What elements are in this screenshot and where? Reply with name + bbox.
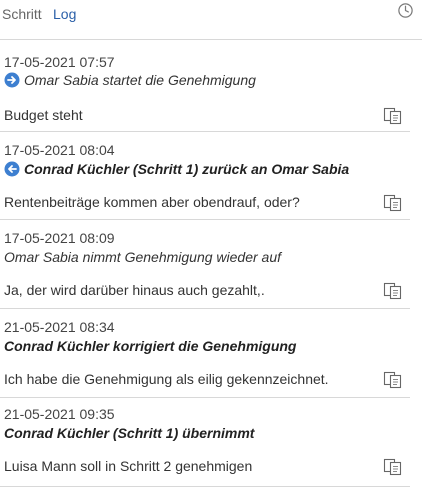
log-entry: 17-05-2021 07:57 Omar Sabia startet die … <box>0 39 410 132</box>
copy-icon[interactable] <box>383 371 403 389</box>
entry-action: Omar Sabia startet die Genehmigung <box>4 72 256 88</box>
log-header: Schritt Log <box>0 0 422 40</box>
entry-timestamp: 17-05-2021 08:04 <box>4 142 115 158</box>
entry-timestamp: 17-05-2021 08:09 <box>4 230 115 246</box>
entry-action-text: Conrad Küchler korrigiert die Genehmigun… <box>4 338 297 354</box>
copy-icon[interactable] <box>383 282 403 300</box>
log-entry: 17-05-2021 08:09 Omar Sabia nimmt Genehm… <box>0 220 410 309</box>
entry-timestamp: 21-05-2021 09:35 <box>4 406 115 422</box>
arrow-left-icon <box>4 161 20 177</box>
arrow-right-icon <box>4 72 20 88</box>
tab-log[interactable]: Log <box>53 6 76 22</box>
entry-comment: Ich habe die Genehmigung als eilig geken… <box>4 371 329 387</box>
entry-comment: Rentenbeiträge kommen aber obendrauf, od… <box>4 194 300 210</box>
log-entry: 21-05-2021 08:34 Conrad Küchler korrigie… <box>0 309 410 398</box>
entry-action-text: Conrad Küchler (Schritt 1) übernimmt <box>4 425 255 441</box>
entry-action-text: Conrad Küchler (Schritt 1) zurück an Oma… <box>24 161 350 177</box>
copy-icon[interactable] <box>383 458 403 476</box>
entry-comment: Budget steht <box>4 107 83 123</box>
entry-comment: Ja, der wird darüber hinaus auch gezahlt… <box>4 282 265 298</box>
copy-icon[interactable] <box>383 194 403 212</box>
entry-action-text: Omar Sabia nimmt Genehmigung wieder auf <box>4 249 282 265</box>
entry-action: Conrad Küchler (Schritt 1) zurück an Oma… <box>4 161 349 177</box>
entry-action-text: Omar Sabia startet die Genehmigung <box>24 72 256 88</box>
log-entry: 21-05-2021 09:35 Conrad Küchler (Schritt… <box>0 398 410 487</box>
clock-icon[interactable] <box>397 2 414 19</box>
tab-schritt[interactable]: Schritt <box>2 6 42 22</box>
log-entry: 17-05-2021 08:04 Conrad Küchler (Schritt… <box>0 132 410 220</box>
entry-timestamp: 17-05-2021 07:57 <box>4 54 115 70</box>
entry-comment: Luisa Mann soll in Schritt 2 genehmigen <box>4 458 253 474</box>
entry-timestamp: 21-05-2021 08:34 <box>4 319 115 335</box>
copy-icon[interactable] <box>383 107 403 125</box>
